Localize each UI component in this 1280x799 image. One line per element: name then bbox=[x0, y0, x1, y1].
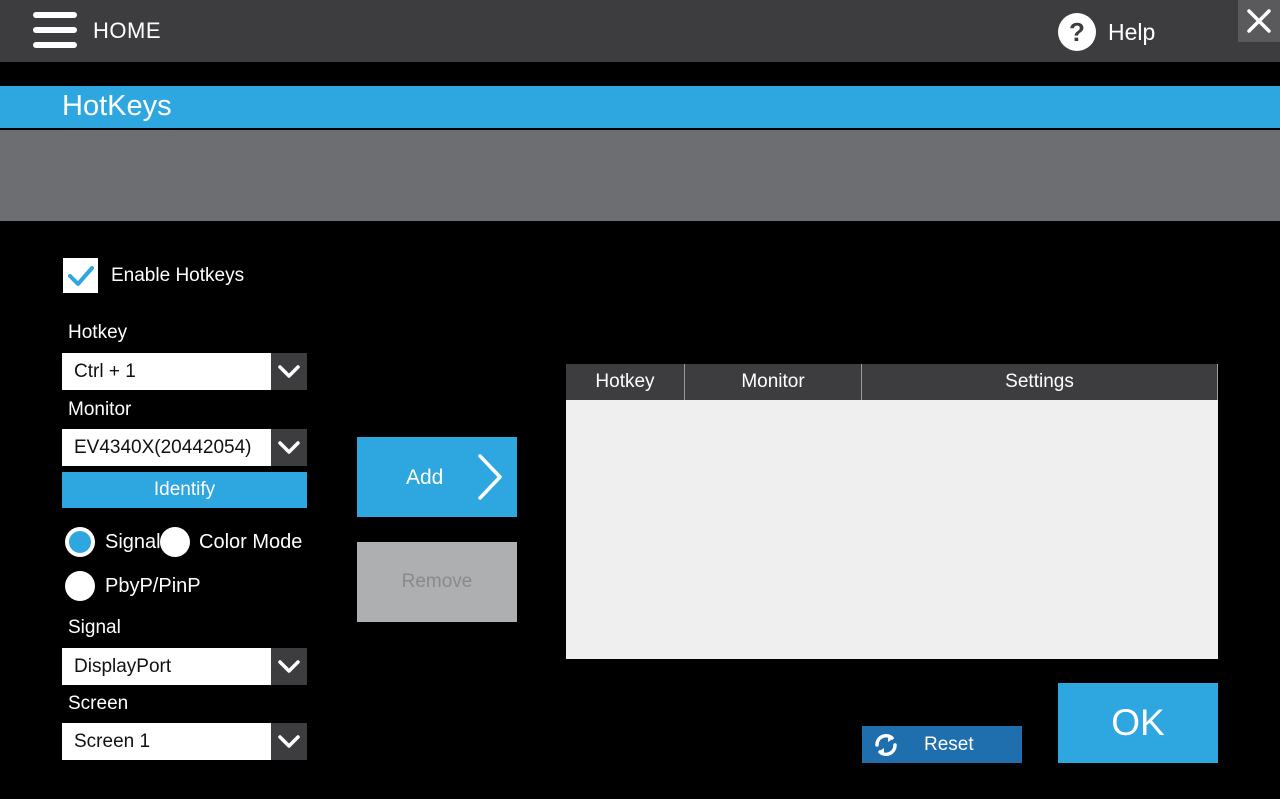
identify-button[interactable]: Identify bbox=[62, 472, 307, 508]
column-header-monitor[interactable]: Monitor bbox=[685, 364, 862, 400]
hotkey-value: Ctrl + 1 bbox=[74, 361, 136, 382]
help-label: Help bbox=[1108, 18, 1156, 45]
monitor-select[interactable]: EV4340X(20442054) bbox=[62, 429, 307, 466]
monitor-value: EV4340X(20442054) bbox=[74, 437, 252, 458]
checkmark-icon bbox=[67, 265, 94, 286]
close-icon[interactable] bbox=[1238, 0, 1280, 42]
hotkey-label: Hotkey bbox=[68, 322, 128, 343]
color-mode-radio[interactable] bbox=[160, 527, 190, 557]
question-circle-icon: ? bbox=[1058, 13, 1096, 51]
hotkey-select[interactable]: Ctrl + 1 bbox=[62, 353, 307, 390]
signal-select[interactable]: DisplayPort bbox=[62, 648, 307, 685]
column-header-hotkey[interactable]: Hotkey bbox=[566, 364, 685, 400]
signal-radio-label[interactable]: Signal bbox=[105, 531, 161, 554]
help-button[interactable]: ? Help bbox=[1058, 12, 1155, 52]
screen-label: Screen bbox=[68, 693, 129, 714]
title-band: HotKeys bbox=[0, 86, 1280, 128]
monitor-label: Monitor bbox=[68, 399, 132, 420]
page-title: HotKeys bbox=[62, 90, 172, 122]
top-bar: HOME ? Help bbox=[0, 0, 1280, 62]
reset-button[interactable]: Reset bbox=[862, 726, 1022, 763]
pbyp-pinp-radio[interactable] bbox=[65, 571, 95, 601]
home-label[interactable]: HOME bbox=[93, 18, 161, 44]
add-button[interactable]: Add bbox=[357, 437, 517, 517]
refresh-icon bbox=[875, 733, 897, 757]
signal-value: DisplayPort bbox=[74, 656, 172, 677]
hotkey-table: Hotkey Monitor Settings bbox=[566, 364, 1218, 659]
reset-button-label: Reset bbox=[924, 734, 974, 755]
enable-hotkeys-checkbox[interactable] bbox=[63, 258, 98, 293]
chevron-down-icon[interactable] bbox=[271, 429, 307, 466]
chevron-right-icon bbox=[478, 454, 502, 500]
enable-hotkeys-label: Enable Hotkeys bbox=[111, 265, 245, 286]
signal-label: Signal bbox=[68, 617, 121, 638]
hamburger-menu-icon[interactable] bbox=[30, 12, 80, 50]
chevron-down-icon[interactable] bbox=[271, 723, 307, 760]
table-header: Hotkey Monitor Settings bbox=[566, 364, 1218, 400]
ok-button[interactable]: OK bbox=[1058, 683, 1218, 763]
chevron-down-icon[interactable] bbox=[271, 353, 307, 390]
chevron-down-icon[interactable] bbox=[271, 648, 307, 685]
remove-button[interactable]: Remove bbox=[357, 542, 517, 622]
info-band bbox=[0, 130, 1280, 221]
pbyp-pinp-radio-label[interactable]: PbyP/PinP bbox=[105, 575, 201, 598]
screen-value: Screen 1 bbox=[74, 731, 151, 752]
color-mode-radio-label[interactable]: Color Mode bbox=[199, 531, 302, 554]
add-button-label: Add bbox=[406, 466, 444, 489]
column-header-settings[interactable]: Settings bbox=[862, 364, 1218, 400]
screen-select[interactable]: Screen 1 bbox=[62, 723, 307, 760]
signal-radio[interactable] bbox=[65, 527, 95, 557]
